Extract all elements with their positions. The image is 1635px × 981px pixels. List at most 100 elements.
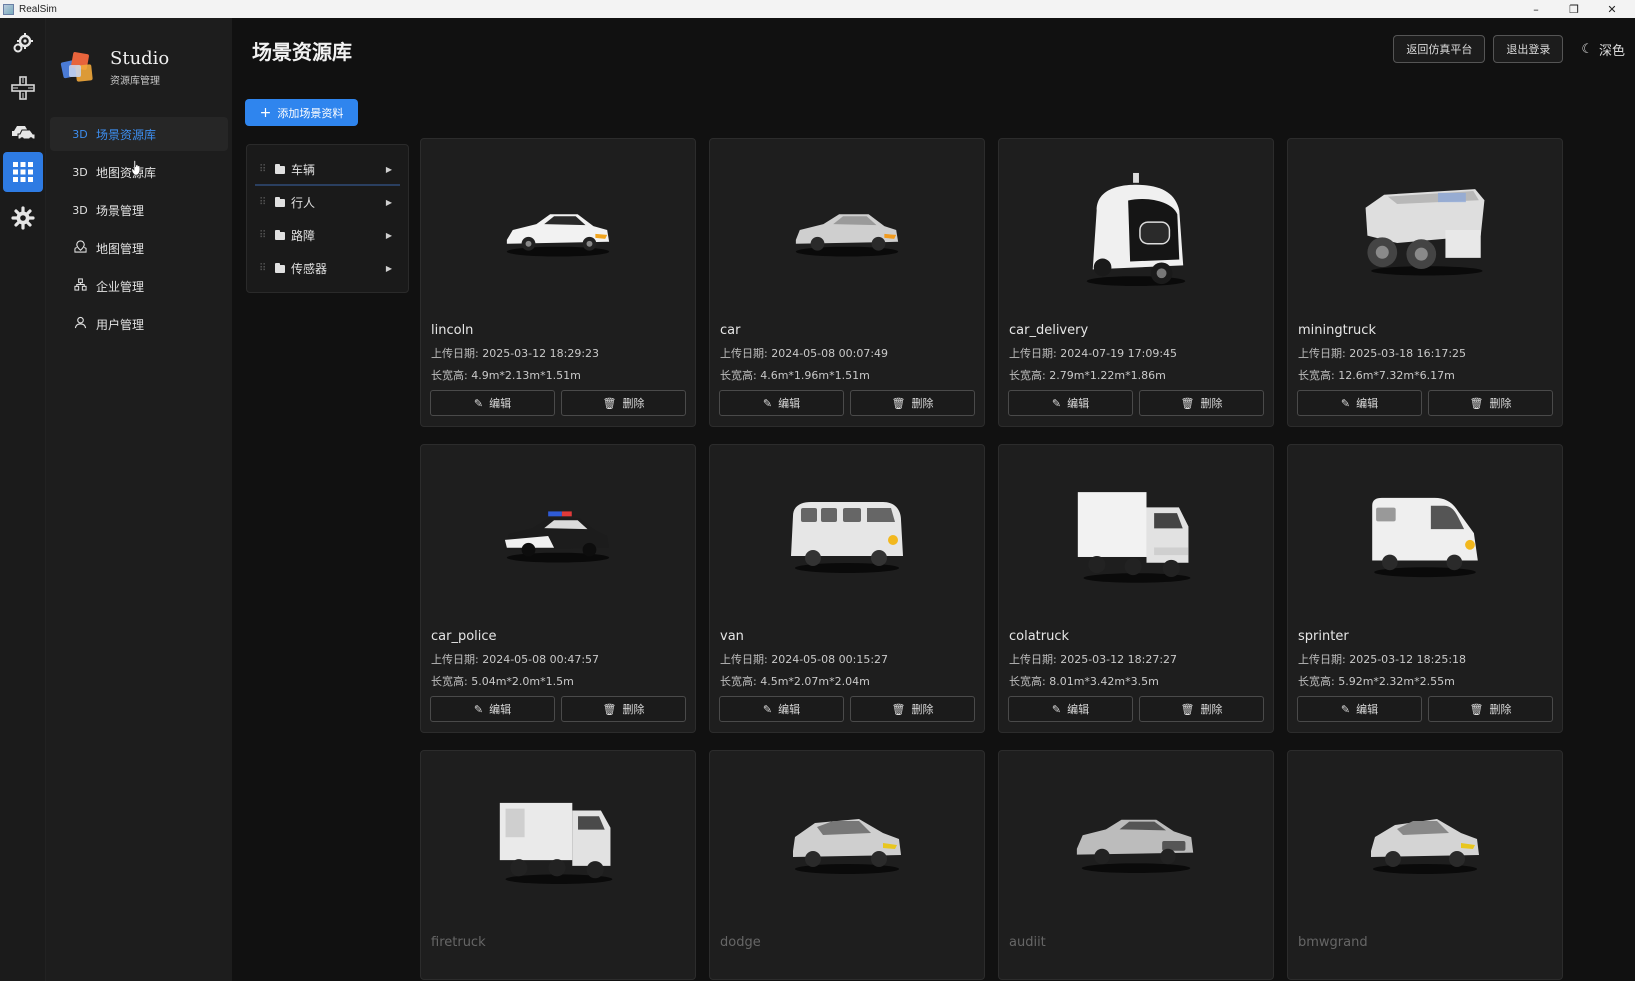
drag-handle-icon[interactable]: ⠿ <box>259 263 275 274</box>
sidebar-item-label: 场景管理 <box>96 203 145 218</box>
resource-card[interactable]: lincoln 上传日期: 2025-03-12 18:29:23 长宽高: 4.9… <box>420 138 696 427</box>
edit-icon: ✎ <box>1340 702 1351 716</box>
rail-gears-button[interactable] <box>3 24 43 64</box>
main-content: 场景资源库 返回仿真平台 退出登录 ☾ 深色 + 添加场景资料 ⠿ 车辆 ▶ ⠿… <box>232 18 1635 981</box>
resource-card[interactable]: audiit <box>998 750 1274 980</box>
trash-icon: 🗑 <box>602 396 617 410</box>
upload-date: 上传日期: 2025-03-12 18:25:18 <box>1298 653 1467 666</box>
tree-item-sensors[interactable]: ⠿ 传感器 ▶ <box>247 252 408 285</box>
resource-card[interactable]: car_police 上传日期: 2024-05-08 00:47:57 长宽高: … <box>420 444 696 733</box>
rail-cars-button[interactable] <box>3 112 43 152</box>
edit-button[interactable]: ✎ 编辑 <box>1008 696 1133 722</box>
app-icon <box>3 3 14 15</box>
resource-name: dodge <box>720 935 761 950</box>
vehicle-model-preview <box>1288 445 1562 627</box>
upload-date: 上传日期: 2025-03-12 18:29:23 <box>431 347 600 360</box>
delete-button[interactable]: 🗑 删除 <box>1139 696 1264 722</box>
delete-button[interactable]: 🗑 删除 <box>561 390 686 416</box>
edit-icon: ✎ <box>473 702 484 716</box>
resource-card[interactable]: sprinter 上传日期: 2025-03-12 18:25:18 长宽高: 5.… <box>1287 444 1563 733</box>
sidebar-item-scene-library[interactable]: 3D 场景资源库 <box>50 117 228 151</box>
close-icon[interactable]: ✕ <box>1593 0 1631 18</box>
category-tree: ⠿ 车辆 ▶ ⠿ 行人 ▶ ⠿ 路障 ▶ ⠿ 传感器 ▶ <box>246 144 409 293</box>
vehicle-model-preview <box>999 751 1273 933</box>
gears-icon <box>13 33 33 53</box>
upload-date: 上传日期: 2024-07-19 17:09:45 <box>1009 347 1178 360</box>
resource-card[interactable]: dodge <box>709 750 985 980</box>
resource-card[interactable]: bmwgrand <box>1287 750 1563 980</box>
add-button-label: 添加场景资料 <box>277 106 344 120</box>
cars-icon <box>12 126 36 141</box>
tree-item-obstacles[interactable]: ⠿ 路障 ▶ <box>247 219 408 252</box>
delete-button[interactable]: 🗑 删除 <box>1428 696 1553 722</box>
caret-right-icon[interactable]: ▶ <box>386 231 392 240</box>
sidebar-item-scene-management[interactable]: 3D 场景管理 <box>50 193 228 227</box>
delete-button[interactable]: 🗑 删除 <box>1139 390 1264 416</box>
resource-name: car_delivery <box>1009 323 1089 338</box>
drag-handle-icon[interactable]: ⠿ <box>259 164 275 175</box>
dimensions: 长宽高: 5.92m*2.32m*2.55m <box>1298 675 1455 688</box>
edit-button[interactable]: ✎ 编辑 <box>719 390 844 416</box>
edit-icon: ✎ <box>473 396 484 410</box>
edit-button[interactable]: ✎ 编辑 <box>430 696 555 722</box>
tree-item-pedestrians[interactable]: ⠿ 行人 ▶ <box>247 186 408 219</box>
edit-button[interactable]: ✎ 编辑 <box>430 390 555 416</box>
folder-icon <box>275 229 285 240</box>
sidebar-item-map-management[interactable]: 地图管理 <box>50 231 228 265</box>
edit-button[interactable]: ✎ 编辑 <box>1297 696 1422 722</box>
edit-icon: ✎ <box>762 396 773 410</box>
rail-crossroad-button[interactable] <box>3 68 43 108</box>
vehicle-model-preview <box>710 139 984 321</box>
vehicle-model-preview <box>999 139 1273 321</box>
brand-subtitle: 资源库管理 <box>110 76 160 87</box>
resource-card[interactable]: van 上传日期: 2024-05-08 00:15:27 长宽高: 4.5m*2.… <box>709 444 985 733</box>
resource-card[interactable]: car 上传日期: 2024-05-08 00:07:49 长宽高: 4.6m*1.… <box>709 138 985 427</box>
sidebar-item-label: 用户管理 <box>96 317 145 332</box>
delete-button[interactable]: 🗑 删除 <box>850 696 975 722</box>
trash-icon: 🗑 <box>1180 396 1195 410</box>
restore-icon[interactable]: ❐ <box>1555 0 1593 18</box>
edit-button[interactable]: ✎ 编辑 <box>1297 390 1422 416</box>
caret-right-icon[interactable]: ▶ <box>386 198 392 207</box>
caret-right-icon[interactable]: ▶ <box>386 165 392 174</box>
3d-icon: 3D <box>72 165 88 179</box>
trash-icon: 🗑 <box>602 702 617 716</box>
edit-button[interactable]: ✎ 编辑 <box>1008 390 1133 416</box>
studio-logo-icon <box>60 49 98 87</box>
dimensions: 长宽高: 5.04m*2.0m*1.5m <box>431 675 574 688</box>
resource-name: van <box>720 629 744 644</box>
delete-button[interactable]: 🗑 删除 <box>850 390 975 416</box>
back-to-platform-button[interactable]: 返回仿真平台 <box>1393 35 1486 63</box>
add-scene-resource-button[interactable]: + 添加场景资料 <box>245 99 358 126</box>
delete-button[interactable]: 🗑 删除 <box>1428 390 1553 416</box>
drag-handle-icon[interactable]: ⠿ <box>259 197 275 208</box>
caret-right-icon[interactable]: ▶ <box>386 264 392 273</box>
dimensions: 长宽高: 2.79m*1.22m*1.86m <box>1009 369 1166 382</box>
resource-name: sprinter <box>1298 629 1349 644</box>
resource-card[interactable]: miningtruck 上传日期: 2025-03-18 16:17:25 长宽高:… <box>1287 138 1563 427</box>
edit-icon: ✎ <box>1051 396 1062 410</box>
drag-handle-icon[interactable]: ⠿ <box>259 230 275 241</box>
rail-apps-button[interactable] <box>3 152 43 192</box>
theme-toggle[interactable]: ☾ 深色 <box>1581 40 1625 59</box>
resource-card[interactable]: colatruck 上传日期: 2025-03-12 18:27:27 长宽高: 8… <box>998 444 1274 733</box>
tree-item-label: 车辆 <box>291 163 316 177</box>
sidebar-item-label: 企业管理 <box>96 279 145 294</box>
settings-gear-icon <box>11 206 35 230</box>
resource-card[interactable]: car_delivery 上传日期: 2024-07-19 17:09:45 长宽高… <box>998 138 1274 427</box>
moon-icon: ☾ <box>1581 41 1593 57</box>
logout-button[interactable]: 退出登录 <box>1493 35 1564 63</box>
mouse-cursor-icon <box>131 160 141 176</box>
grid-apps-icon <box>13 162 33 182</box>
vehicle-model-preview <box>999 445 1273 627</box>
resource-name: bmwgrand <box>1298 935 1368 950</box>
minimize-icon[interactable]: – <box>1517 0 1555 18</box>
sidebar-item-users[interactable]: 用户管理 <box>50 307 228 341</box>
tree-item-vehicles[interactable]: ⠿ 车辆 ▶ <box>247 153 408 186</box>
trash-icon: 🗑 <box>891 396 906 410</box>
rail-settings-button[interactable] <box>3 198 43 238</box>
edit-button[interactable]: ✎ 编辑 <box>719 696 844 722</box>
delete-button[interactable]: 🗑 删除 <box>561 696 686 722</box>
resource-card[interactable]: firetruck <box>420 750 696 980</box>
sidebar-item-enterprise[interactable]: 企业管理 <box>50 269 228 303</box>
